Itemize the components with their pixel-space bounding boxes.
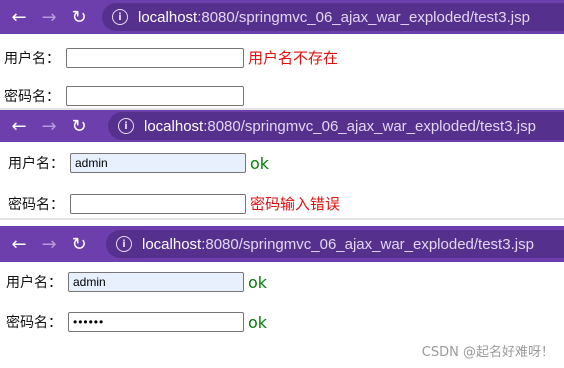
screenshot-divider (0, 218, 564, 220)
username-message: ok (250, 153, 270, 173)
password-label: 密码名： (6, 315, 62, 331)
address-bar[interactable]: i localhost:8080/springmvc_06_ajax_war_e… (108, 112, 564, 140)
forward-arrow-icon[interactable]: → (34, 0, 64, 34)
username-row-1: 用户名： 用户名不存在 (4, 47, 338, 68)
address-bar[interactable]: i localhost:8080/springmvc_06_ajax_war_e… (106, 230, 564, 258)
csdn-watermark: CSDN @起名好难呀！ (421, 345, 554, 360)
password-input[interactable] (66, 86, 244, 106)
password-message: ok (248, 312, 268, 332)
url-path: :8080/springmvc_06_ajax_war_exploded/tes… (203, 117, 536, 135)
username-input[interactable] (66, 47, 244, 68)
url-host: localhost (138, 8, 198, 26)
username-input[interactable]: admin (68, 272, 244, 292)
username-row-2: 用户名： admin ok (8, 153, 269, 173)
url-path: :8080/springmvc_06_ajax_war_exploded/tes… (201, 235, 534, 253)
browser-toolbar-2: ← → ↻ i localhost:8080/springmvc_06_ajax… (0, 110, 564, 142)
reload-icon[interactable]: ↻ (64, 0, 94, 34)
info-icon[interactable]: i (116, 236, 132, 252)
forward-arrow-icon[interactable]: → (34, 226, 64, 262)
back-arrow-icon[interactable]: ← (4, 0, 34, 34)
browser-toolbar-3: ← → ↻ i localhost:8080/springmvc_06_ajax… (0, 226, 564, 262)
url-path: :8080/springmvc_06_ajax_war_exploded/tes… (197, 8, 530, 26)
back-arrow-icon[interactable]: ← (4, 226, 34, 262)
reload-icon[interactable]: ↻ (64, 110, 94, 142)
reload-icon[interactable]: ↻ (64, 226, 94, 262)
username-label: 用户名： (6, 275, 62, 291)
password-input[interactable]: •••••• (68, 312, 244, 332)
password-row-3: 密码名： •••••• ok (6, 312, 267, 332)
password-message: 密码输入错误 (250, 195, 341, 213)
info-icon[interactable]: i (118, 118, 134, 134)
username-input[interactable]: admin (70, 153, 246, 173)
password-row-2: 密码名： 密码输入错误 (8, 193, 340, 214)
username-row-3: 用户名： admin ok (6, 272, 267, 292)
url-host: localhost (144, 117, 204, 135)
address-bar[interactable]: i localhost:8080/springmvc_06_ajax_war_e… (102, 3, 564, 31)
password-row-1: 密码名： (4, 86, 244, 106)
username-message: ok (248, 272, 268, 292)
username-label: 用户名： (8, 156, 64, 172)
password-input[interactable] (70, 193, 246, 214)
username-label: 用户名： (4, 50, 60, 67)
forward-arrow-icon[interactable]: → (34, 110, 64, 142)
password-label: 密码名： (4, 89, 60, 105)
info-icon[interactable]: i (112, 9, 128, 25)
password-label: 密码名： (8, 196, 64, 213)
back-arrow-icon[interactable]: ← (4, 110, 34, 142)
browser-toolbar-1: ← → ↻ i localhost:8080/springmvc_06_ajax… (0, 0, 564, 34)
url-host: localhost (142, 235, 202, 253)
username-message: 用户名不存在 (248, 49, 339, 67)
